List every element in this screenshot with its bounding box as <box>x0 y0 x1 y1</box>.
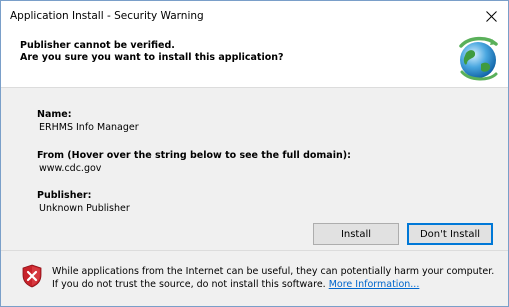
dont-install-button[interactable]: Don't Install <box>407 223 493 245</box>
warning-text: While applications from the Internet can… <box>52 266 495 290</box>
close-icon <box>485 10 497 22</box>
from-value[interactable]: www.cdc.gov <box>39 163 101 174</box>
close-button[interactable] <box>474 1 508 31</box>
window-title: Application Install - Security Warning <box>10 10 204 22</box>
warning-footer: While applications from the Internet can… <box>1 250 508 306</box>
name-label: Name: <box>37 109 72 120</box>
header-panel: Publisher cannot be verified. Are you su… <box>1 32 508 87</box>
title-bar: Application Install - Security Warning <box>1 1 508 32</box>
application-globe-icon <box>459 36 498 81</box>
name-value: ERHMS Info Manager <box>39 122 139 133</box>
details-panel: Name: ERHMS Info Manager From (Hover ove… <box>1 87 508 250</box>
publisher-label: Publisher: <box>37 190 92 201</box>
warning-message: While applications from the Internet can… <box>52 265 497 291</box>
header-line-2: Are you sure you want to install this ap… <box>20 52 284 63</box>
security-shield-x-icon <box>22 264 42 288</box>
more-information-link[interactable]: More Information... <box>329 279 420 290</box>
header-line-1: Publisher cannot be verified. <box>20 40 175 51</box>
install-button[interactable]: Install <box>313 223 399 245</box>
header-message: Publisher cannot be verified. Are you su… <box>20 40 284 64</box>
publisher-value: Unknown Publisher <box>39 203 130 214</box>
dialog-window: Application Install - Security Warning P… <box>0 0 509 307</box>
from-label: From (Hover over the string below to see… <box>37 150 351 161</box>
